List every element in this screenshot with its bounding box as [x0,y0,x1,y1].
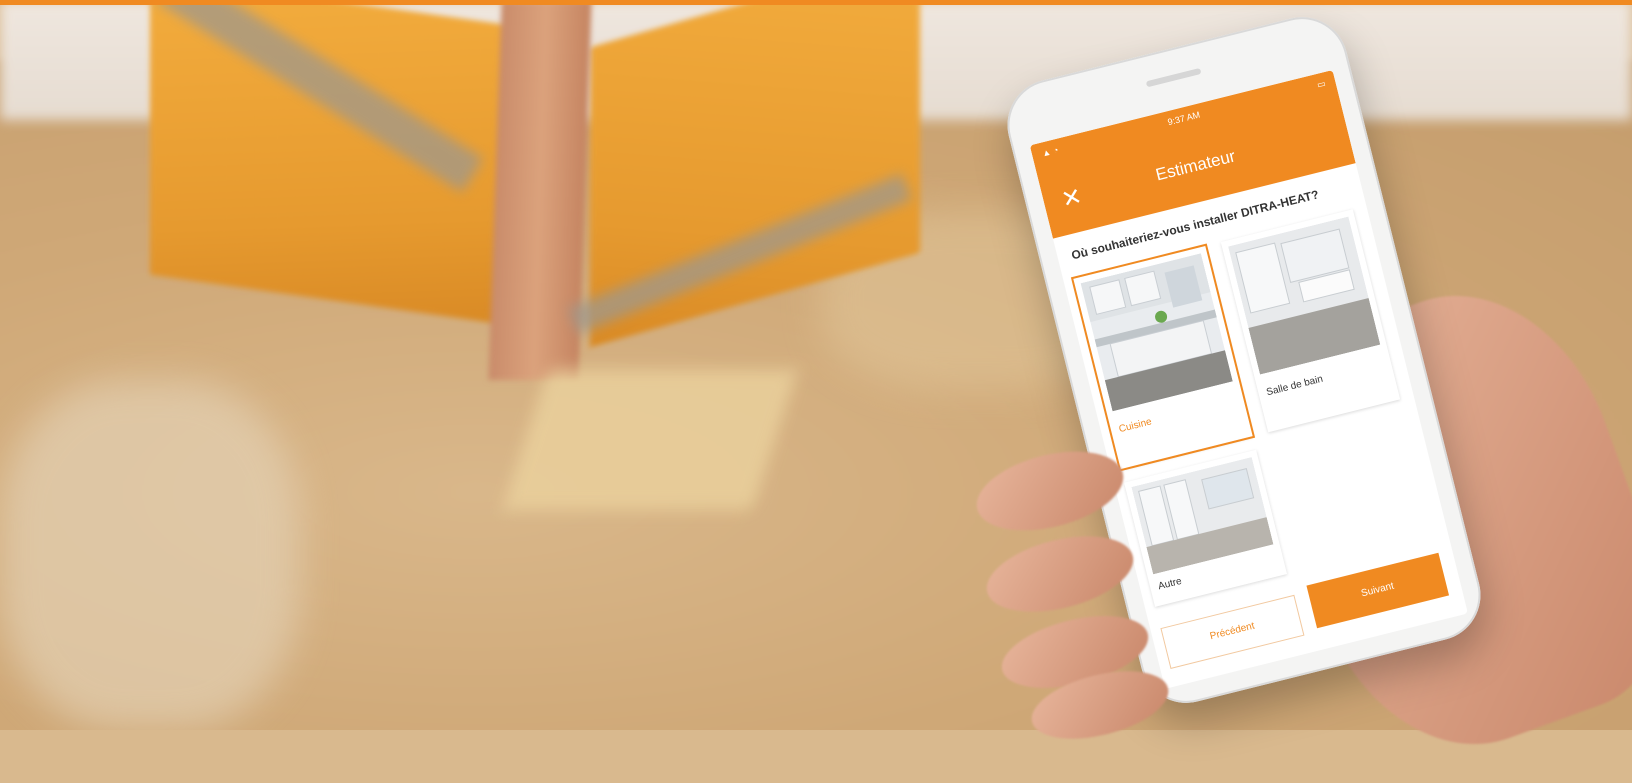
kitchen-image [1080,253,1233,412]
option-label: Autre [1157,575,1183,593]
status-time: 9:37 AM [1166,109,1201,128]
option-bathroom[interactable]: Salle de bain [1220,209,1401,433]
option-other[interactable]: Autre [1124,449,1288,607]
next-button[interactable]: Suivant [1306,552,1450,629]
plywood-board [502,370,798,510]
other-room-image [1131,457,1274,575]
previous-button[interactable]: Précédent [1160,594,1305,669]
option-label: Cuisine [1117,416,1153,436]
bathroom-image [1228,216,1381,375]
battery-icon: ▭ [1315,78,1327,90]
option-label: Salle de bain [1265,373,1325,399]
top-accent-bar [0,0,1632,5]
floor-light-patch [0,380,300,730]
signal-icon: ▲ ◔ [1040,144,1060,159]
